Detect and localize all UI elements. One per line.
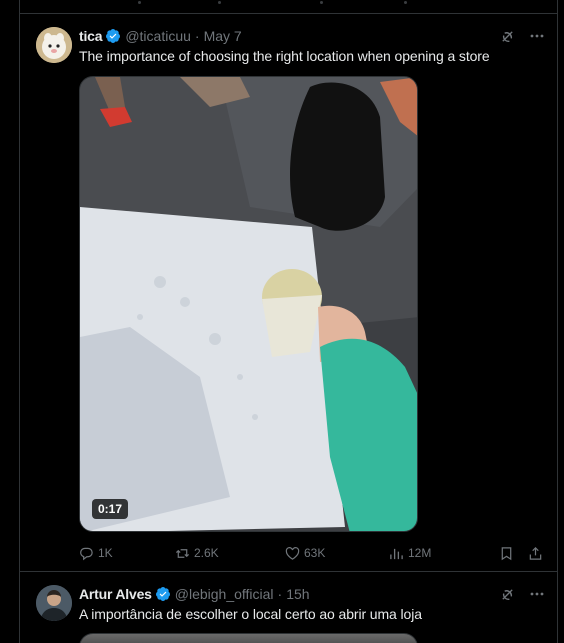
repost-count: 2.6K <box>194 546 219 560</box>
more-icon[interactable] <box>529 586 545 602</box>
bookmark-button[interactable] <box>499 546 514 561</box>
views-count: 12M <box>408 546 432 560</box>
grok-icon[interactable] <box>499 28 515 44</box>
tweet-text: The importance of choosing the right loc… <box>79 48 490 64</box>
like-count: 63K <box>304 546 326 560</box>
author-handle[interactable]: @ticaticuu <box>125 28 191 44</box>
grok-icon[interactable] <box>499 586 515 602</box>
reply-button[interactable]: 1K <box>79 546 175 561</box>
reply-count: 1K <box>98 546 113 560</box>
views-button[interactable]: 12M <box>389 546 459 561</box>
tweet[interactable]: tica @ticaticuu · May 7 The importance o… <box>20 15 557 572</box>
video-frame <box>80 77 417 531</box>
tweet-header: tica @ticaticuu · May 7 <box>79 26 545 46</box>
author-handle[interactable]: @lebigh_official <box>175 586 274 602</box>
timeline-column: tica @ticaticuu · May 7 The importance o… <box>19 0 558 643</box>
share-icon <box>529 546 542 560</box>
separator: · <box>277 586 283 602</box>
author-name[interactable]: tica <box>79 28 103 44</box>
video-player[interactable]: 0:17 <box>79 76 418 532</box>
like-button[interactable]: 63K <box>285 546 389 561</box>
tweet[interactable]: Artur Alves @lebigh_official · 15h A imp… <box>20 573 557 643</box>
more-icon[interactable] <box>529 28 545 44</box>
timestamp[interactable]: 15h <box>286 586 309 602</box>
tweet-actions: 1K 2.6K 63K 12M <box>79 543 543 563</box>
verified-badge-icon[interactable] <box>155 586 171 602</box>
reply-icon <box>80 547 93 560</box>
share-button[interactable] <box>528 546 543 561</box>
repost-icon <box>175 548 190 558</box>
like-icon <box>285 546 300 560</box>
tweet-header: Artur Alves @lebigh_official · 15h <box>79 584 545 604</box>
timestamp[interactable]: May 7 <box>204 28 242 44</box>
tweet-text: A importância de escolher o local certo … <box>79 606 422 622</box>
author-name[interactable]: Artur Alves <box>79 586 152 602</box>
video-duration: 0:17 <box>92 499 129 519</box>
avatar[interactable] <box>36 585 72 621</box>
views-icon <box>390 548 403 559</box>
video-player[interactable] <box>79 633 418 643</box>
repost-button[interactable]: 2.6K <box>175 546 285 561</box>
bookmark-icon <box>501 546 512 560</box>
avatar[interactable] <box>36 27 72 63</box>
verified-badge-icon[interactable] <box>105 28 121 44</box>
separator: · <box>194 28 200 44</box>
previous-tweet-edge <box>20 0 557 14</box>
